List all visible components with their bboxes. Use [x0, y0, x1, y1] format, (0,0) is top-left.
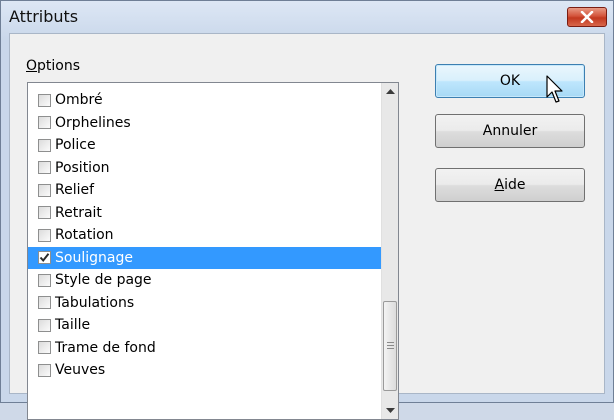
- option-checkbox[interactable]: [38, 296, 51, 310]
- thumb-grip-line: [387, 342, 394, 343]
- option-checkbox[interactable]: [38, 363, 51, 377]
- cancel-button[interactable]: Annuler: [435, 114, 585, 148]
- checkmark-icon: [39, 253, 50, 263]
- option-checkbox[interactable]: [38, 251, 51, 265]
- title-bar[interactable]: Attributs: [1, 1, 613, 35]
- thumb-grip-line: [387, 345, 394, 346]
- list-item[interactable]: Rotation: [28, 224, 382, 247]
- list-item[interactable]: Retrait: [28, 202, 382, 225]
- option-checkbox[interactable]: [38, 161, 51, 175]
- list-item-label: Relief: [55, 182, 95, 199]
- options-listbox[interactable]: Ombré Orphelines Police Position Relief Retra…: [27, 82, 399, 420]
- option-checkbox[interactable]: [38, 341, 51, 355]
- dialog-client-area: Options Ombré Orphelines Police Position Rel…: [9, 33, 605, 420]
- list-item-label: Veuves: [55, 362, 106, 379]
- list-item[interactable]: Soulignage: [28, 246, 382, 269]
- option-checkbox[interactable]: [38, 318, 51, 332]
- list-item[interactable]: Taille: [28, 314, 382, 337]
- window-title: Attributs: [9, 7, 79, 26]
- vertical-scrollbar[interactable]: [381, 83, 398, 419]
- thumb-grip-line: [387, 348, 394, 349]
- help-button[interactable]: Aide: [435, 168, 585, 202]
- list-item-label: Retrait: [55, 204, 102, 221]
- option-checkbox[interactable]: [38, 93, 51, 107]
- list-item-label: Trame de fond: [55, 339, 156, 356]
- chevron-up-icon: [386, 89, 395, 94]
- chevron-down-icon: [386, 408, 395, 413]
- option-checkbox[interactable]: [38, 183, 51, 197]
- list-item[interactable]: Relief: [28, 179, 382, 202]
- help-button-accelerator: A: [494, 177, 505, 193]
- list-item-label: Soulignage: [55, 249, 133, 266]
- options-list: Ombré Orphelines Police Position Relief Retra…: [28, 89, 382, 382]
- list-item[interactable]: Ombré: [28, 89, 382, 112]
- list-item-label: Rotation: [55, 227, 114, 244]
- close-icon: [580, 11, 594, 23]
- list-item-label: Police: [55, 137, 96, 154]
- mouse-pointer-icon: [546, 75, 563, 103]
- list-item-label: Position: [55, 159, 110, 176]
- options-label: Options: [26, 58, 80, 74]
- list-item[interactable]: Tabulations: [28, 292, 382, 315]
- option-checkbox[interactable]: [38, 116, 51, 130]
- scroll-thumb[interactable]: [383, 301, 397, 391]
- cancel-button-label: Annuler: [482, 123, 538, 139]
- list-item[interactable]: Style de page: [28, 269, 382, 292]
- list-item[interactable]: Veuves: [28, 359, 382, 382]
- list-item-label: Taille: [55, 317, 91, 334]
- list-item-label: Orphelines: [55, 114, 131, 131]
- scroll-up-button[interactable]: [382, 83, 398, 100]
- help-button-label-rest: ide: [504, 177, 526, 193]
- option-checkbox[interactable]: [38, 228, 51, 242]
- option-checkbox[interactable]: [38, 273, 51, 287]
- options-label-accelerator: O: [26, 58, 38, 74]
- list-item[interactable]: Position: [28, 157, 382, 180]
- help-button-label: Aide: [495, 177, 526, 193]
- list-item[interactable]: Orphelines: [28, 112, 382, 135]
- scroll-down-button[interactable]: [382, 402, 398, 419]
- option-checkbox[interactable]: [38, 138, 51, 152]
- option-checkbox[interactable]: [38, 206, 51, 220]
- attributes-dialog: Attributs Options Ombré Orphelines Police P…: [0, 0, 614, 420]
- options-label-rest: ptions: [37, 58, 81, 74]
- list-item[interactable]: Police: [28, 134, 382, 157]
- list-item-label: Style de page: [55, 272, 152, 289]
- list-item[interactable]: Trame de fond: [28, 337, 382, 360]
- close-button[interactable]: [567, 7, 607, 27]
- ok-button-label: OK: [499, 73, 521, 89]
- list-item-label: Ombré: [55, 92, 103, 109]
- list-item-label: Tabulations: [55, 294, 135, 311]
